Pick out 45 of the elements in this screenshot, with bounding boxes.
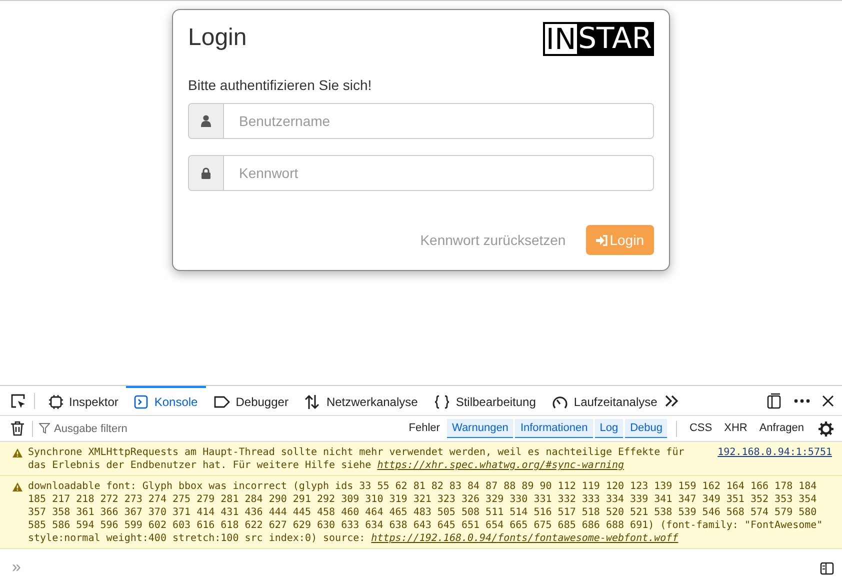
console-icon: [134, 394, 148, 408]
message-text: downloadable font: Glyph bbox was incorrect (glyph ids 33 55 62 81 82 83 84 87 88 89 90 112 119 120 123 139 159 162 164 166 178 184 185 217 218 272 273 274 275 279 281 284 290 291 292 309 310 319 321 323 326 329 330 331 332 333 334 339 341 347 349 351 352 353 354 357 358 361 366 367 370 371 414 431 436 444 445 458 460 464 465 483 505 508 511 514 516 517 518 520 521 538 539 546 568 574 579 580 585 586 594 596 599 602 603 616 618 622 627 629 630 633 634 638 643 645 651 654 665 675 685 686 688 691) (font-family: "FontAwesome" style:normal weight:400 stretch:100 src index:0) source: https://192.168.0.94/fonts/fontawesome-webfont.woff: [28, 480, 824, 545]
level-filter-button[interactable]: Informationen: [515, 419, 593, 438]
devtools-tab[interactable]: Debugger: [206, 386, 296, 415]
devtools-tab[interactable]: Netzwerkanalyse: [296, 386, 426, 415]
debugger-icon: [214, 396, 230, 408]
category-filter-button[interactable]: CSS: [684, 419, 718, 438]
category-filter-button[interactable]: Anfragen: [754, 419, 809, 438]
user-icon: [201, 115, 211, 127]
level-filter-button[interactable]: Debug: [625, 419, 668, 438]
settings-icon[interactable]: [818, 420, 834, 436]
warning-icon: [12, 482, 23, 492]
devtools-tab[interactable]: Konsole: [126, 386, 206, 415]
devtools-tab[interactable]: Laufzeitanalyse: [544, 386, 666, 415]
input-field[interactable]: Kennwort: [188, 155, 654, 191]
source-link[interactable]: 192.168.0.94:1:5751: [718, 446, 832, 459]
sign-in-icon: [596, 234, 608, 246]
trash-icon[interactable]: [11, 421, 24, 436]
filter-icon: [39, 423, 50, 434]
level-filter-button[interactable]: Fehler: [404, 419, 445, 438]
gauge-icon: [552, 394, 568, 408]
level-filter-button[interactable]: Log: [594, 419, 624, 438]
level-filter-button[interactable]: Warnungen: [446, 419, 514, 438]
message-text: Synchrone XMLHttpRequests am Haupt-Thread sollte nicht mehr verwendet werden, weil es nachteilige Effekte für das Erlebnis der Endbenutzer hat. Für weitere Hilfe siehe https://xhr.spec.whatwg.org/#sync-warning: [28, 446, 686, 472]
devtools-tab[interactable]: Stilbearbeitung: [426, 386, 544, 415]
more-icon[interactable]: [794, 398, 810, 402]
up-down-arrows-icon: [304, 394, 320, 410]
devtools-tab[interactable]: Inspektor: [41, 386, 126, 415]
logo: IN STAR: [542, 22, 654, 56]
close-icon[interactable]: [822, 394, 834, 406]
prompt-symbol: »: [12, 558, 21, 576]
warning-icon: [12, 448, 23, 458]
dock-icon[interactable]: [766, 392, 782, 408]
element-picker-icon[interactable]: [10, 392, 26, 408]
message-link[interactable]: https://xhr.spec.whatwg.org/#sync-warning: [377, 460, 624, 471]
split-editor-icon[interactable]: [820, 560, 834, 574]
category-filter-button[interactable]: XHR: [719, 419, 752, 438]
lock-icon: [201, 167, 211, 179]
braces-icon: [434, 394, 450, 408]
inspector-icon: [49, 394, 63, 408]
dialog-title: Login: [188, 23, 247, 52]
input-field[interactable]: Benutzername: [188, 103, 654, 139]
message-link[interactable]: https://192.168.0.94/fonts/fontawesome-webfont.woff: [371, 533, 678, 544]
chevrons-icon[interactable]: [665, 394, 680, 406]
prompt-text: Bitte authentifizieren Sie sich!: [188, 77, 373, 93]
